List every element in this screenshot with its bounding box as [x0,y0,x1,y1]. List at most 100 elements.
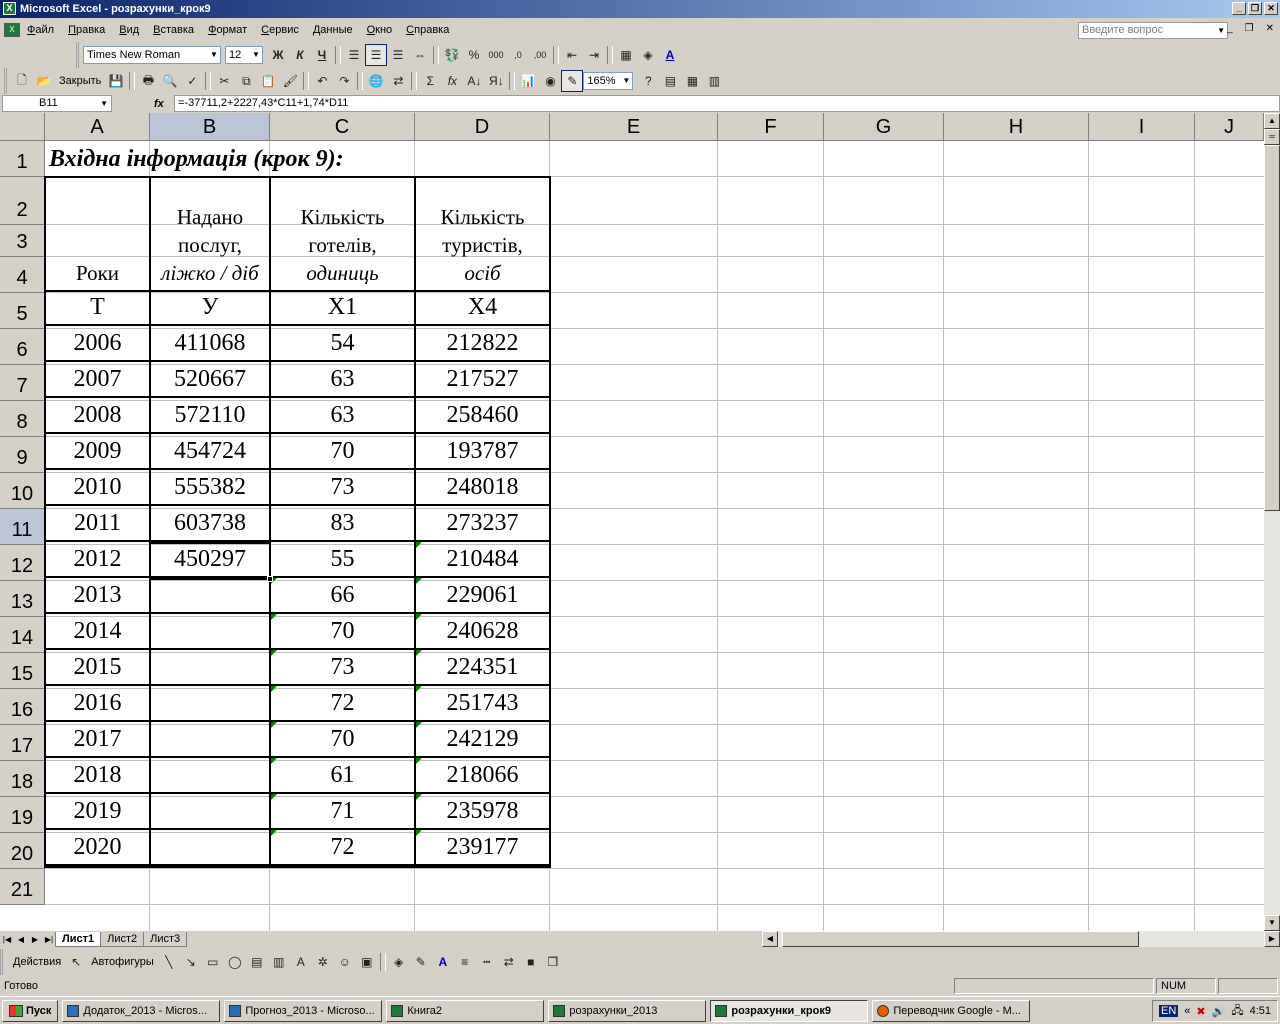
row-header[interactable]: 4 [0,257,45,293]
dash-style-icon[interactable]: ┅ [476,951,498,973]
data-cell[interactable]: 54 [270,325,415,361]
active-cell-b11[interactable] [149,542,271,580]
data-cell[interactable]: 70 [270,721,415,757]
vertical-scrollbar[interactable]: ▲ ═ ▼ [1264,113,1280,931]
menu-file[interactable]: Файл [20,24,61,36]
select-all-corner[interactable] [0,113,45,141]
currency-button[interactable]: 💱 [441,44,463,66]
minimize-button[interactable]: _ [1232,2,1246,15]
data-cell[interactable]: 2009 [45,433,150,469]
font-color-icon[interactable]: A [432,951,454,973]
column-header[interactable]: C [270,113,415,141]
decrease-indent-button[interactable]: ⇤ [561,44,583,66]
column-header[interactable]: D [415,113,550,141]
menu-tools[interactable]: Сервис [254,24,306,36]
help-search-input[interactable]: Введите вопрос ▼ [1078,22,1228,39]
decrease-decimal-button[interactable]: ,00 [529,44,551,66]
network-icon[interactable]: 🖧 [1231,1002,1243,1021]
sheet-tab-1[interactable]: Лист1 [55,931,102,947]
format-painter-icon[interactable]: 🖌 [279,70,301,92]
data-cell[interactable]: 239177 [415,829,550,865]
data-cell[interactable]: 193787 [415,433,550,469]
draw-actions-menu[interactable]: Действия [9,956,65,968]
drawing-toggle-icon[interactable]: ✎ [561,70,584,92]
data-cell[interactable]: 248018 [415,469,550,505]
symbol-cell[interactable]: X1 [270,289,415,325]
chevron-down-icon[interactable]: ▼ [100,96,108,111]
fx-icon[interactable]: fx [154,98,174,110]
data-cell[interactable] [150,829,270,865]
data-cell[interactable]: 218066 [415,757,550,793]
data-cell[interactable]: 2006 [45,325,150,361]
oval-icon[interactable]: ◯ [224,951,246,973]
new-document-icon[interactable]: 🗋 [11,70,33,92]
column-header[interactable]: H [944,113,1089,141]
split-box[interactable]: ═ [1264,129,1280,145]
data-cell[interactable]: 2014 [45,613,150,649]
start-button[interactable]: Пуск [2,999,59,1022]
data-cell[interactable] [150,613,270,649]
align-right-button[interactable]: ☰ [387,44,409,66]
data-cell[interactable]: 2020 [45,829,150,865]
horizontal-scroll-thumb[interactable] [782,931,1139,947]
row-header[interactable]: 11 [0,509,45,545]
sort-descending-icon[interactable]: Я↓ [485,70,507,92]
print-icon[interactable]: 🖶 [137,70,159,92]
data-cell[interactable]: 2008 [45,397,150,433]
row-header[interactable]: 14 [0,617,45,653]
symbol-cell[interactable]: X4 [415,289,550,325]
wordart-icon[interactable]: A [290,951,312,973]
data-cell[interactable]: 454724 [150,433,270,469]
menu-insert[interactable]: Вставка [146,24,201,36]
spelling-icon[interactable]: ✓ [181,70,203,92]
data-cell[interactable]: 55 [270,541,415,577]
menu-format[interactable]: Формат [201,24,254,36]
workbook-icon[interactable]: X [4,23,20,37]
data-cell[interactable]: 61 [270,757,415,793]
speaker-icon[interactable]: 🔊 [1212,1005,1226,1018]
data-cell[interactable]: 572110 [150,397,270,433]
row-header[interactable]: 7 [0,365,45,401]
chevron-down-icon[interactable]: ▼ [208,47,220,63]
open-folder-icon[interactable]: 📂 [33,70,55,92]
percent-button[interactable]: % [463,44,485,66]
increase-indent-button[interactable]: ⇥ [583,44,605,66]
row-header[interactable]: 10 [0,473,45,509]
print-preview-icon[interactable]: 🔍 [159,70,181,92]
fill-handle[interactable] [267,576,273,582]
menu-help[interactable]: Справка [399,24,456,36]
data-cell[interactable]: 555382 [150,469,270,505]
form-icon[interactable]: ▥ [703,70,725,92]
menu-view[interactable]: Вид [112,24,146,36]
data-cell[interactable] [150,757,270,793]
zoom-combo[interactable]: 165% ▼ [583,72,634,90]
scroll-right-icon[interactable]: ▶ [1264,931,1280,947]
antivirus-icon[interactable]: ✖ [1196,1005,1205,1018]
data-cell[interactable]: 2013 [45,577,150,613]
hyperlink-icon[interactable]: 🌐 [365,70,387,92]
data-cell[interactable]: 273237 [415,505,550,541]
data-cell[interactable]: 70 [270,613,415,649]
shadow-icon[interactable]: ■ [520,951,542,973]
chart-wizard-icon[interactable]: 📊 [517,70,539,92]
data-cell[interactable]: 229061 [415,577,550,613]
taskbar-item[interactable]: Прогноз_2013 - Microso... [224,999,383,1022]
taskbar-item[interactable]: Додаток_2013 - Micros... [62,999,221,1022]
textbox-icon[interactable]: ▤ [246,951,268,973]
formula-input[interactable]: =-37711,2+2227,43*C11+1,74*D11 [174,95,1280,112]
calculator-icon[interactable]: ▤ [659,70,681,92]
doc-close-button[interactable]: ✕ [1266,23,1274,34]
redo-icon[interactable]: ↷ [333,70,355,92]
research-icon[interactable]: ⇄ [387,70,409,92]
data-cell[interactable]: 603738 [150,505,270,541]
spreadsheet-grid[interactable]: A B C D E F G H I J 1 2 3 4 5 6 7 8 9 10 11 12 13 14 15 16 17 18 19 2… [0,113,1264,931]
fill-color-icon[interactable]: ◈ [388,951,410,973]
row-header[interactable]: 18 [0,761,45,797]
diagram-icon[interactable]: ✲ [312,951,334,973]
next-sheet-icon[interactable]: ▶ [28,935,42,944]
font-name-combo[interactable]: Times New Roman ▼ [83,46,221,64]
data-cell[interactable] [150,577,270,613]
taskbar-item[interactable]: Переводчик Google - M... [872,999,1031,1022]
line-style-icon[interactable]: ≡ [454,951,476,973]
data-cell[interactable] [150,721,270,757]
